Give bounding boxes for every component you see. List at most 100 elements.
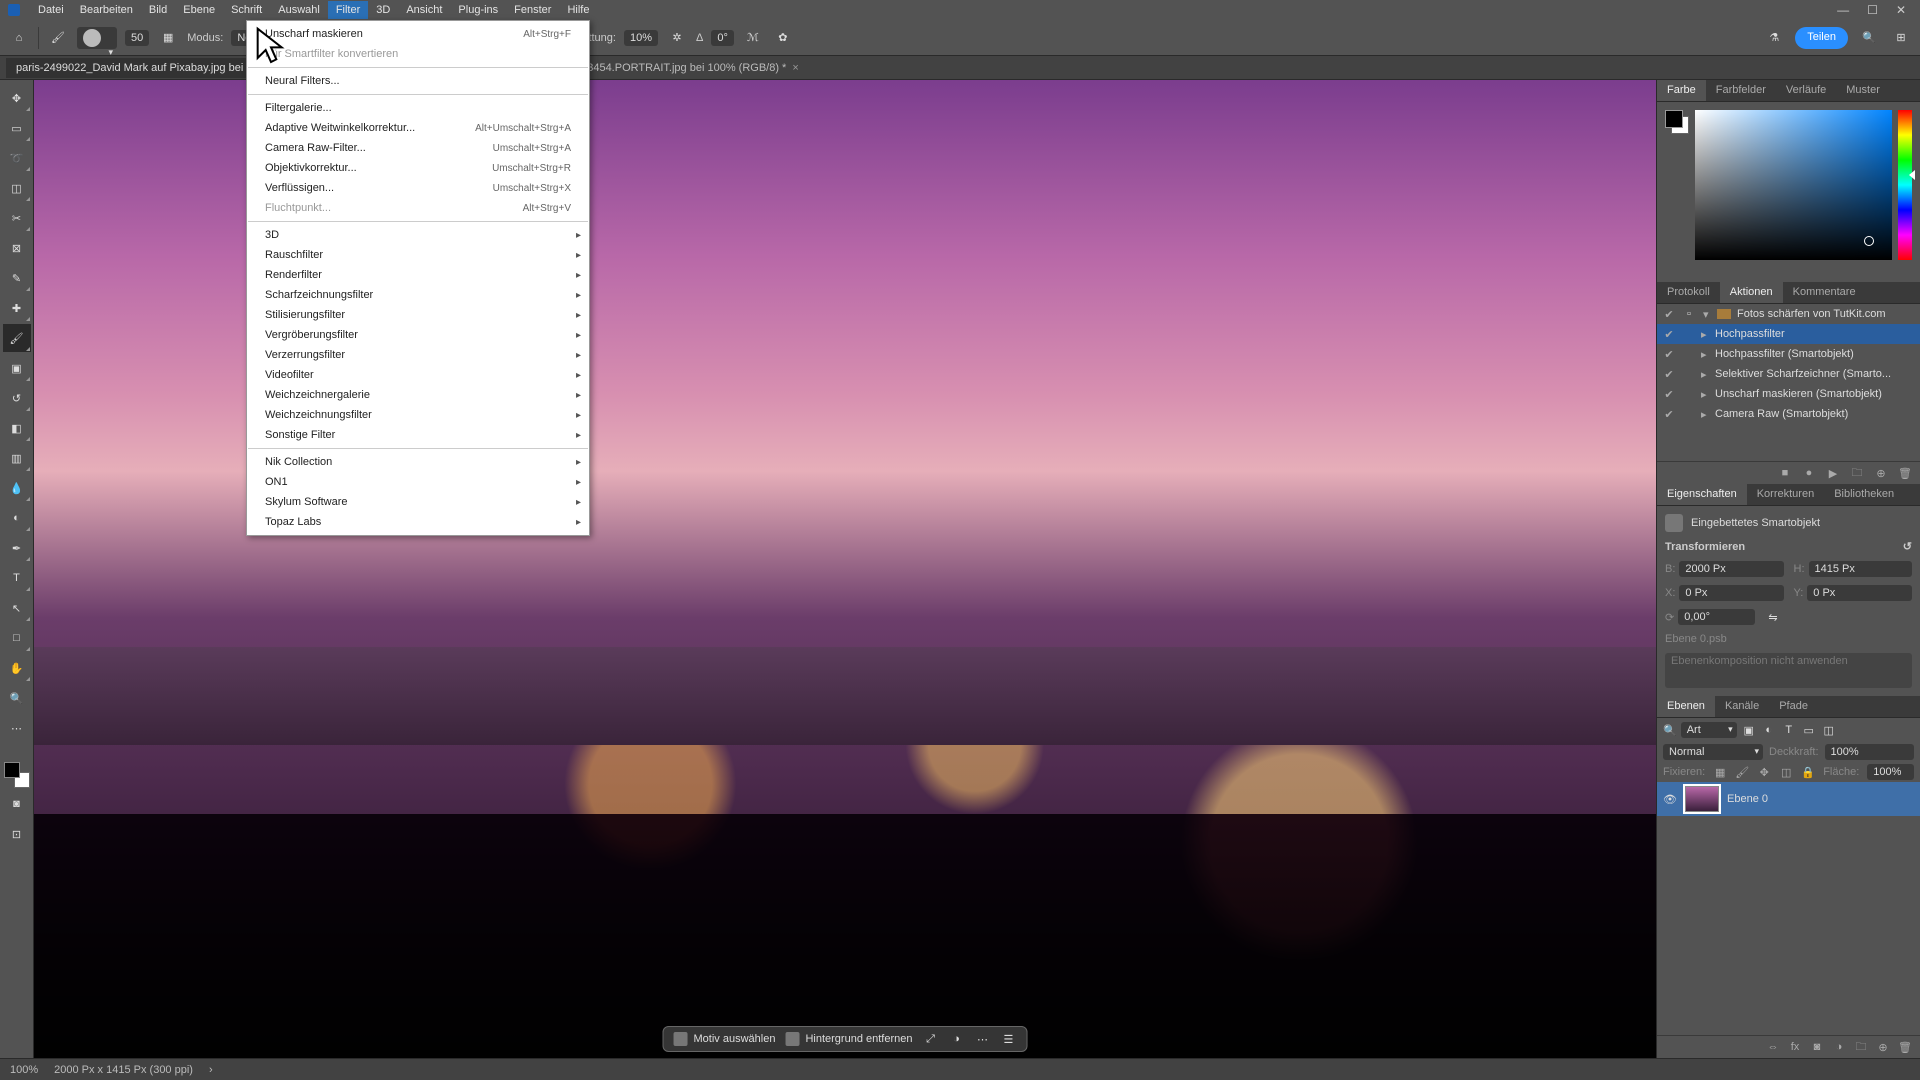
menu-item[interactable]: Verzerrungsfilter xyxy=(247,345,589,365)
menu-item[interactable]: Adaptive Weitwinkelkorrektur...Alt+Umsch… xyxy=(247,118,589,138)
color-mini-swatch[interactable] xyxy=(1665,110,1689,134)
disclosure-icon[interactable]: ▸ xyxy=(1701,368,1709,381)
brush-size-value[interactable]: 50 xyxy=(125,30,149,46)
quick-mask-icon[interactable]: ◙ xyxy=(3,790,31,818)
menu-hilfe[interactable]: Hilfe xyxy=(559,1,597,19)
check-icon[interactable]: ✔ xyxy=(1663,388,1675,400)
disclosure-icon[interactable]: ▾ xyxy=(1703,308,1711,321)
frame-tool-icon[interactable]: ⊠ xyxy=(3,234,31,262)
properties-icon[interactable]: ☰ xyxy=(1000,1031,1016,1047)
y-value[interactable]: 0 Px xyxy=(1807,585,1912,601)
blur-tool-icon[interactable]: 💧 xyxy=(3,474,31,502)
menu-item[interactable]: Renderfilter xyxy=(247,265,589,285)
screen-mode-icon[interactable]: ⊡ xyxy=(3,820,31,848)
select-subject-button[interactable]: Motiv auswählen xyxy=(674,1032,776,1046)
rotation-value[interactable]: 0,00° xyxy=(1678,609,1755,625)
menu-item[interactable]: Verflüssigen...Umschalt+Strg+X xyxy=(247,178,589,198)
document-tab[interactable]: paris-2499022_David Mark auf Pixabay.jpg… xyxy=(6,58,275,78)
disclosure-icon[interactable]: ▸ xyxy=(1701,408,1709,421)
color-field[interactable] xyxy=(1695,110,1892,260)
layer-filter-select[interactable]: Art xyxy=(1681,722,1737,738)
filter-adjust-icon[interactable]: ◐ xyxy=(1761,722,1777,738)
filter-image-icon[interactable]: ▣ xyxy=(1741,722,1757,738)
menu-item[interactable]: Filtergalerie... xyxy=(247,98,589,118)
new-adjustment-icon[interactable]: ◑ xyxy=(1832,1040,1846,1054)
tab-pfade[interactable]: Pfade xyxy=(1769,696,1818,717)
menu-schrift[interactable]: Schrift xyxy=(223,1,270,19)
menu-bild[interactable]: Bild xyxy=(141,1,175,19)
menu-auswahl[interactable]: Auswahl xyxy=(270,1,328,19)
height-value[interactable]: 1415 Px xyxy=(1809,561,1913,577)
check-icon[interactable]: ✔ xyxy=(1663,328,1675,340)
search-icon[interactable]: 🔍 xyxy=(1858,27,1880,49)
menu-item[interactable]: Unscharf maskierenAlt+Strg+F xyxy=(247,24,589,44)
disclosure-icon[interactable]: ▸ xyxy=(1701,348,1709,361)
menu-item[interactable]: Vergröberungsfilter xyxy=(247,325,589,345)
zoom-level[interactable]: 100% xyxy=(10,1064,38,1076)
action-row[interactable]: ✔ ▸ Unscharf maskieren (Smartobjekt) xyxy=(1657,384,1920,404)
edit-toolbar-icon[interactable]: ⋯ xyxy=(3,714,31,742)
flip-h-icon[interactable]: ⇋ xyxy=(1765,609,1781,625)
home-icon[interactable]: ⌂ xyxy=(8,27,30,49)
menu-item[interactable]: Nik Collection xyxy=(247,452,589,472)
hand-tool-icon[interactable]: ✋ xyxy=(3,654,31,682)
menu-item[interactable]: Weichzeichnergalerie xyxy=(247,385,589,405)
action-row[interactable]: ✔ ▸ Hochpassfilter xyxy=(1657,324,1920,344)
tab-kanaele[interactable]: Kanäle xyxy=(1715,696,1769,717)
layer-style-icon[interactable]: fx xyxy=(1788,1040,1802,1054)
menu-item[interactable]: ON1 xyxy=(247,472,589,492)
share-button[interactable]: Teilen xyxy=(1795,27,1848,49)
menu-item[interactable]: Skylum Software xyxy=(247,492,589,512)
link-layers-icon[interactable]: ⇔ xyxy=(1766,1040,1780,1054)
zoom-tool-icon[interactable]: 🔍 xyxy=(3,684,31,712)
filter-shape-icon[interactable]: ▭ xyxy=(1801,722,1817,738)
shape-tool-icon[interactable]: □ xyxy=(3,624,31,652)
check-icon[interactable]: ✔ xyxy=(1663,308,1675,320)
window-minimize-icon[interactable]: — xyxy=(1837,3,1849,17)
dodge-tool-icon[interactable]: ◐ xyxy=(3,504,31,532)
menu-item[interactable]: Objektivkorrektur...Umschalt+Strg+R xyxy=(247,158,589,178)
menu-datei[interactable]: Datei xyxy=(30,1,72,19)
menu-item[interactable]: Stilisierungsfilter xyxy=(247,305,589,325)
foreground-color-swatch[interactable] xyxy=(4,762,20,778)
eraser-tool-icon[interactable]: ◧ xyxy=(3,414,31,442)
lock-artboard-icon[interactable]: ◫ xyxy=(1779,765,1793,779)
delete-icon[interactable]: 🗑 xyxy=(1898,466,1912,480)
clone-stamp-tool-icon[interactable]: ▣ xyxy=(3,354,31,382)
disclosure-icon[interactable]: ▸ xyxy=(1701,388,1709,401)
lasso-tool-icon[interactable]: ➰ xyxy=(3,144,31,172)
pen-tool-icon[interactable]: ✒ xyxy=(3,534,31,562)
action-row[interactable]: ✔ ▸ Selektiver Scharfzeichner (Smarto... xyxy=(1657,364,1920,384)
tab-farbfelder[interactable]: Farbfelder xyxy=(1706,80,1776,101)
eyedropper-tool-icon[interactable]: ✎ xyxy=(3,264,31,292)
menu-filter[interactable]: Filter xyxy=(328,1,368,19)
fg-swatch[interactable] xyxy=(1665,110,1683,128)
document-dimensions[interactable]: 2000 Px x 1415 Px (300 ppi) xyxy=(54,1064,193,1076)
window-close-icon[interactable]: ✕ xyxy=(1896,3,1906,17)
menu-ebene[interactable]: Ebene xyxy=(175,1,223,19)
brush-preset-select[interactable] xyxy=(77,27,117,49)
menu-ansicht[interactable]: Ansicht xyxy=(398,1,450,19)
check-icon[interactable]: ✔ xyxy=(1663,408,1675,420)
layer-name[interactable]: Ebene 0 xyxy=(1727,793,1768,805)
tab-korrekturen[interactable]: Korrekturen xyxy=(1747,484,1824,505)
tab-eigenschaften[interactable]: Eigenschaften xyxy=(1657,484,1747,505)
more-icon[interactable]: ⋯ xyxy=(974,1031,990,1047)
record-icon[interactable]: ● xyxy=(1802,466,1816,480)
crop-tool-icon[interactable]: ✂ xyxy=(3,204,31,232)
menu-item[interactable]: Sonstige Filter xyxy=(247,425,589,445)
menu-item[interactable]: 3D xyxy=(247,225,589,245)
angle-value[interactable]: 0° xyxy=(711,30,734,46)
check-icon[interactable]: ✔ xyxy=(1663,368,1675,380)
dialog-toggle-icon[interactable]: ▫ xyxy=(1681,306,1697,322)
tab-close-icon[interactable]: × xyxy=(792,62,798,74)
menu-3d[interactable]: 3D xyxy=(368,1,398,19)
width-value[interactable]: 2000 Px xyxy=(1679,561,1783,577)
menu-item[interactable]: Videofilter xyxy=(247,365,589,385)
tab-protokoll[interactable]: Protokoll xyxy=(1657,282,1720,303)
opacity-value[interactable]: 100% xyxy=(1825,744,1914,760)
color-swatch-stack[interactable] xyxy=(4,762,30,788)
stop-icon[interactable]: ■ xyxy=(1778,466,1792,480)
status-nav-icon[interactable]: › xyxy=(209,1064,213,1076)
menu-plugins[interactable]: Plug-ins xyxy=(450,1,506,19)
